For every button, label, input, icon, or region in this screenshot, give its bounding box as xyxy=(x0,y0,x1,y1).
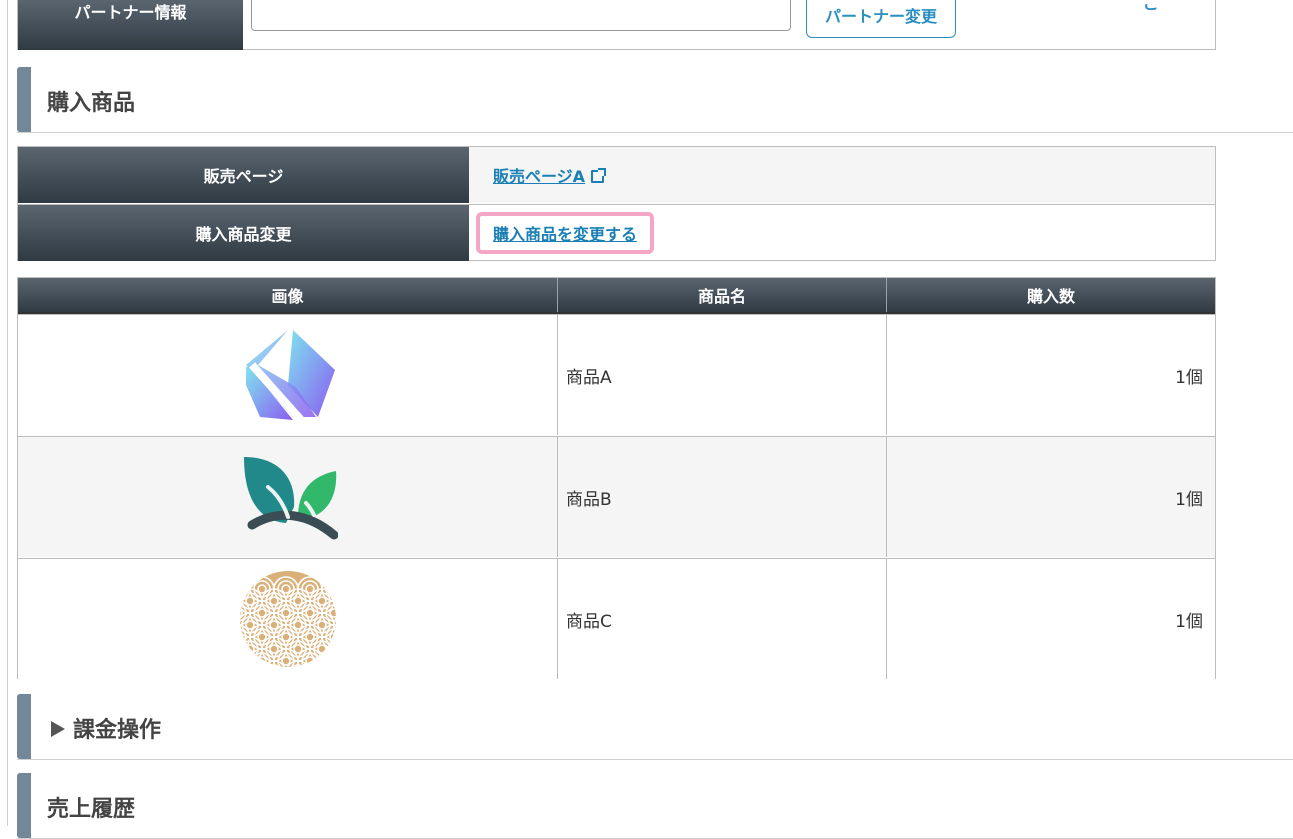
gem-icon xyxy=(245,330,335,424)
sales-page-label: 販売ページ xyxy=(18,147,469,203)
expand-triangle-icon[interactable] xyxy=(51,721,65,737)
table-row: 商品A 1個 xyxy=(18,314,1215,435)
section-title: 課金操作 xyxy=(73,718,162,743)
header-image: 画像 xyxy=(18,278,558,312)
product-name: 商品B xyxy=(558,437,887,557)
sales-page-value: 販売ページA xyxy=(493,147,607,203)
left-rule xyxy=(7,0,8,826)
product-image-cell xyxy=(18,437,558,557)
leaf-icon xyxy=(243,457,338,540)
section-title-wrap: 課金操作 xyxy=(51,712,161,744)
product-image-cell xyxy=(18,559,558,679)
product-table: 画像 商品名 購入数 商品A 1個 商品B 1個 商品C 1個 xyxy=(17,277,1216,679)
section-title: 購入商品 xyxy=(47,91,136,116)
partner-label-text: パートナー情報 xyxy=(74,3,187,22)
partner-input[interactable] xyxy=(251,0,791,31)
wave-pattern-icon xyxy=(239,571,336,667)
change-product-link[interactable]: 購入商品を変更する xyxy=(493,225,637,244)
sales-page-row: 販売ページ 販売ページA xyxy=(18,147,1215,203)
sales-page-link[interactable]: 販売ページA xyxy=(493,163,585,187)
change-product-value: 購入商品を変更する xyxy=(476,205,655,261)
section-billing-ops[interactable]: 課金操作 xyxy=(17,694,1293,760)
product-quantity: 1個 xyxy=(1175,611,1203,632)
table-row: 商品B 1個 xyxy=(18,436,1215,557)
section-bar xyxy=(17,773,31,838)
purchase-info-table: 販売ページ 販売ページA 購入商品変更 購入商品を変更する xyxy=(17,146,1216,261)
section-bar xyxy=(17,67,31,132)
product-name: 商品A xyxy=(558,315,887,435)
partner-label: パートナー情報 xyxy=(18,0,243,50)
product-name: 商品C xyxy=(558,559,887,679)
section-title: 売上履歴 xyxy=(47,797,136,822)
partner-row: パートナー情報 パートナー変更 xyxy=(17,0,1216,50)
product-quantity: 1個 xyxy=(1175,489,1203,510)
header-quantity: 購入数 xyxy=(887,278,1215,312)
product-quantity: 1個 xyxy=(1175,367,1203,388)
top-right-link-fragment[interactable]: ご xyxy=(1143,0,1159,14)
change-product-label: 購入商品変更 xyxy=(18,205,469,261)
section-bar xyxy=(17,694,31,759)
partner-change-button[interactable]: パートナー変更 xyxy=(806,0,956,38)
section-purchased-products: 購入商品 xyxy=(17,67,1293,133)
change-product-row: 購入商品変更 購入商品を変更する xyxy=(18,204,1215,261)
table-row: 商品C 1個 xyxy=(18,558,1215,679)
external-link-icon[interactable] xyxy=(591,167,607,183)
product-image-cell xyxy=(18,315,558,435)
highlight-box: 購入商品を変更する xyxy=(476,212,655,254)
section-sales-history: 売上履歴 xyxy=(17,773,1293,839)
header-product-name: 商品名 xyxy=(558,278,887,312)
product-table-header: 画像 商品名 購入数 xyxy=(18,278,1215,314)
